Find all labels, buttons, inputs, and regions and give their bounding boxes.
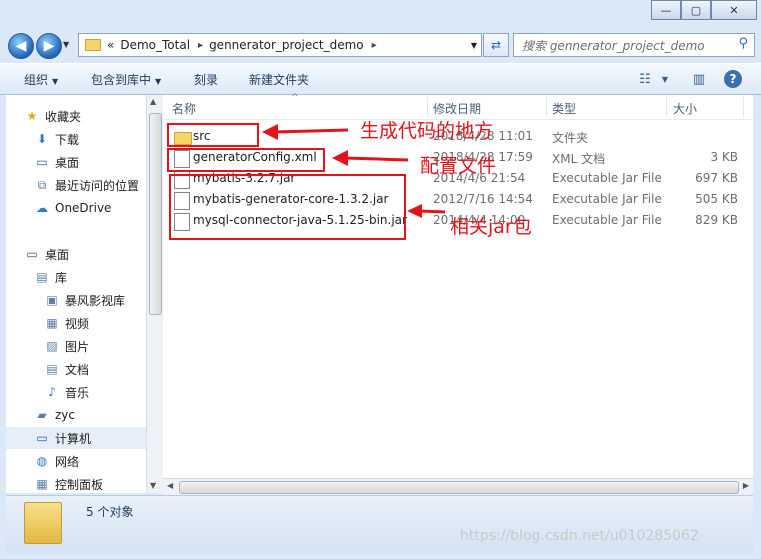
arrow-head-icon (262, 124, 278, 140)
annotation-source-code: 生成代码的地方 (360, 120, 494, 142)
annotation-jar-files: 相关jar包 (450, 216, 532, 238)
explorer-window: — ▢ ✕ ◀ ▶ ▼ « Demo_Total ▸ gennerator_pr… (0, 0, 761, 559)
arrow-to-config (344, 156, 409, 162)
arrow-to-src (274, 128, 349, 134)
annotation-config-file: 配置文件 (420, 155, 497, 177)
annotation-arrows (262, 124, 446, 218)
arrow-head-icon (407, 204, 422, 218)
arrow-to-jars (419, 209, 446, 214)
arrow-head-icon (332, 150, 348, 166)
watermark-text: https://blog.csdn.net/u010285062 (460, 528, 699, 544)
